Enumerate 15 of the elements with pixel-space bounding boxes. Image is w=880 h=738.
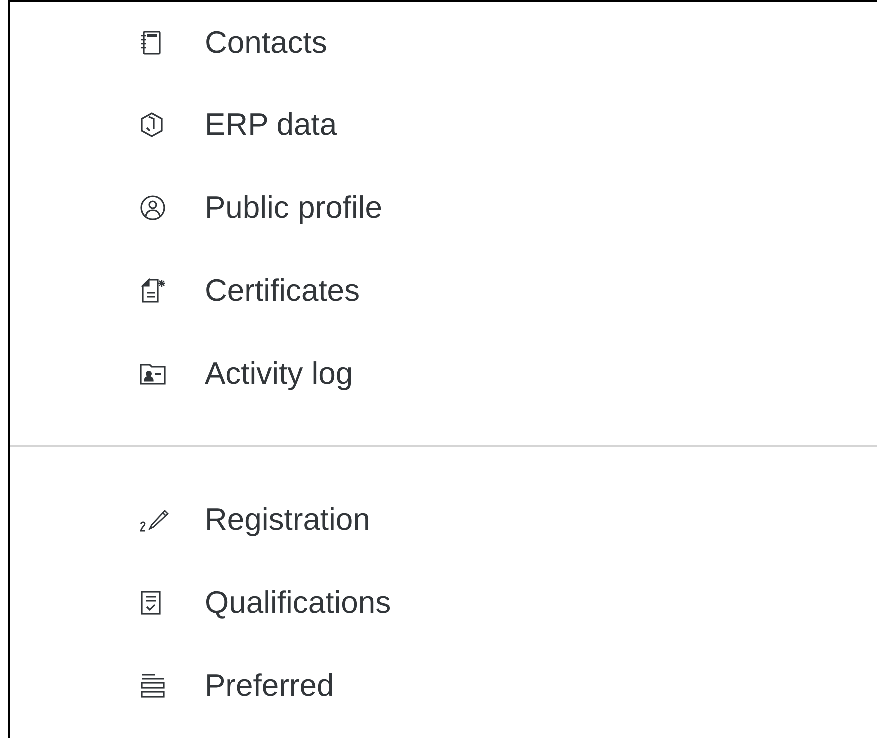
menu-item[interactable]: Contacts xyxy=(10,2,877,83)
menu-item[interactable]: Preferred xyxy=(10,644,877,727)
document-star-icon xyxy=(140,278,166,304)
cube-icon xyxy=(140,112,164,138)
folder-icon xyxy=(140,362,166,386)
menu-item[interactable]: Qualifications xyxy=(10,561,877,644)
person-icon xyxy=(140,194,166,220)
menu-item[interactable]: Activity log xyxy=(10,332,877,415)
menu-item[interactable]: ERP data xyxy=(10,83,877,166)
checklist-icon xyxy=(140,590,162,616)
menu-item[interactable]: Registration xyxy=(10,478,877,561)
menu-item[interactable]: Public profile xyxy=(10,166,877,249)
menu-item[interactable]: Certificates xyxy=(10,249,877,332)
bars-icon xyxy=(140,672,166,698)
notebook-icon xyxy=(140,30,162,56)
